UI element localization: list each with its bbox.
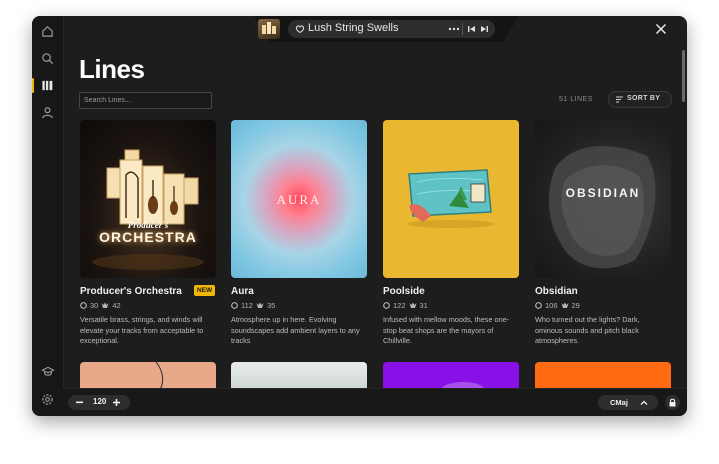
tempo-value: 120 — [93, 397, 107, 406]
nav-search[interactable] — [38, 49, 57, 68]
bottom-bar — [63, 388, 687, 416]
user-icon — [42, 107, 53, 119]
pack-stats: 112 35 — [231, 301, 275, 310]
tempo-minus-icon[interactable] — [76, 401, 83, 404]
heart-icon[interactable] — [295, 24, 305, 34]
lock-button[interactable] — [665, 395, 680, 410]
pack-description: Who turned out the lights? Dark, ominous… — [535, 315, 640, 345]
pack-card-row2-3[interactable] — [383, 362, 519, 390]
sounds-count: 122 — [393, 301, 406, 310]
crown-icon — [101, 302, 109, 308]
orchestra-instruments-art — [92, 149, 204, 270]
now-playing-artwork[interactable] — [258, 19, 280, 39]
sort-by-label: SORT BY — [627, 95, 661, 102]
sounds-icon — [535, 302, 542, 309]
scrollbar-thumb[interactable] — [682, 50, 685, 102]
pack-description: Atmosphere up in here. Evolving soundsca… — [231, 315, 360, 345]
crown-icon — [561, 302, 569, 308]
close-icon[interactable] — [654, 22, 668, 36]
presets-count: 29 — [571, 301, 580, 310]
pack-cover[interactable] — [383, 120, 519, 278]
sounds-count: 30 — [90, 301, 99, 310]
page-title: Lines — [79, 54, 145, 84]
chevron-up-icon — [640, 400, 648, 405]
nav-home[interactable] — [38, 22, 57, 41]
nav-profile[interactable] — [38, 103, 57, 122]
pack-name[interactable]: Obsidian — [535, 286, 578, 297]
next-icon[interactable] — [480, 25, 489, 33]
sort-icon — [616, 96, 623, 103]
sounds-icon — [80, 302, 87, 309]
key-selector[interactable]: CMaj — [598, 395, 658, 410]
crown-icon — [256, 302, 264, 308]
pack-card-row2-2[interactable] — [231, 362, 367, 390]
sounds-count: 106 — [545, 301, 558, 310]
sounds-count: 112 — [241, 301, 253, 310]
pool-illustration-art — [407, 169, 495, 228]
sounds-icon — [231, 302, 238, 309]
settings-icon — [42, 394, 53, 405]
pack-description: Versatile brass, strings, and winds will… — [80, 315, 204, 345]
nav-library[interactable] — [32, 76, 57, 95]
pack-cover[interactable]: OBSIDIAN — [535, 120, 671, 278]
tempo-stepper[interactable]: 120 — [68, 395, 130, 410]
more-icon[interactable] — [448, 25, 460, 33]
results-count: 51 LINES — [559, 96, 593, 103]
search-field[interactable] — [79, 92, 212, 109]
pack-card-row2-4[interactable] — [535, 362, 671, 390]
sidebar-rail — [32, 16, 64, 416]
library-icon — [42, 80, 53, 91]
key-value: CMaj — [610, 398, 628, 407]
pack-description: Infused with mellow moods, these one-sto… — [383, 315, 510, 345]
lock-icon — [669, 398, 676, 407]
pack-stats: 106 29 — [535, 301, 580, 310]
line-art — [155, 362, 164, 390]
cover-shape-art — [441, 382, 485, 390]
pill-divider — [462, 23, 463, 35]
pack-stats: 122 31 — [383, 301, 428, 310]
pack-cover[interactable]: Producer's ORCHESTRA — [80, 120, 216, 278]
presets-count: 42 — [112, 301, 121, 310]
pack-stats: 30 42 — [80, 301, 121, 310]
search-icon — [42, 53, 54, 65]
graduation-cap-icon — [40, 366, 55, 376]
sounds-icon — [383, 302, 390, 309]
app-window: Lush String Swells Lines 51 LINES SORT B… — [32, 16, 687, 416]
pack-name[interactable]: Poolside — [383, 286, 425, 297]
now-playing-pill: Lush String Swells — [288, 20, 495, 38]
pack-card-row2-1[interactable] — [80, 362, 216, 390]
search-input[interactable] — [84, 94, 204, 106]
pack-name[interactable]: Producer's Orchestra — [80, 286, 182, 297]
presets-count: 31 — [419, 301, 428, 310]
new-badge: NEW — [194, 285, 216, 296]
nav-learn[interactable] — [38, 362, 57, 381]
pack-cover[interactable]: AURA — [231, 120, 367, 278]
cover-title-text: AURA — [276, 192, 322, 207]
sort-by-button[interactable]: SORT BY — [608, 91, 672, 108]
previous-icon[interactable] — [467, 25, 476, 33]
nav-settings[interactable] — [38, 390, 57, 409]
now-playing-title[interactable]: Lush String Swells — [308, 22, 399, 34]
orchestra-artwork-icon — [262, 22, 276, 34]
crown-icon — [409, 302, 417, 308]
home-icon — [42, 26, 53, 37]
cover-title-text: OBSIDIAN — [565, 186, 641, 200]
presets-count: 35 — [266, 301, 276, 310]
cover-title-text: ORCHESTRA — [99, 229, 197, 245]
tempo-plus-icon[interactable] — [113, 399, 120, 406]
pack-name[interactable]: Aura — [231, 286, 254, 297]
